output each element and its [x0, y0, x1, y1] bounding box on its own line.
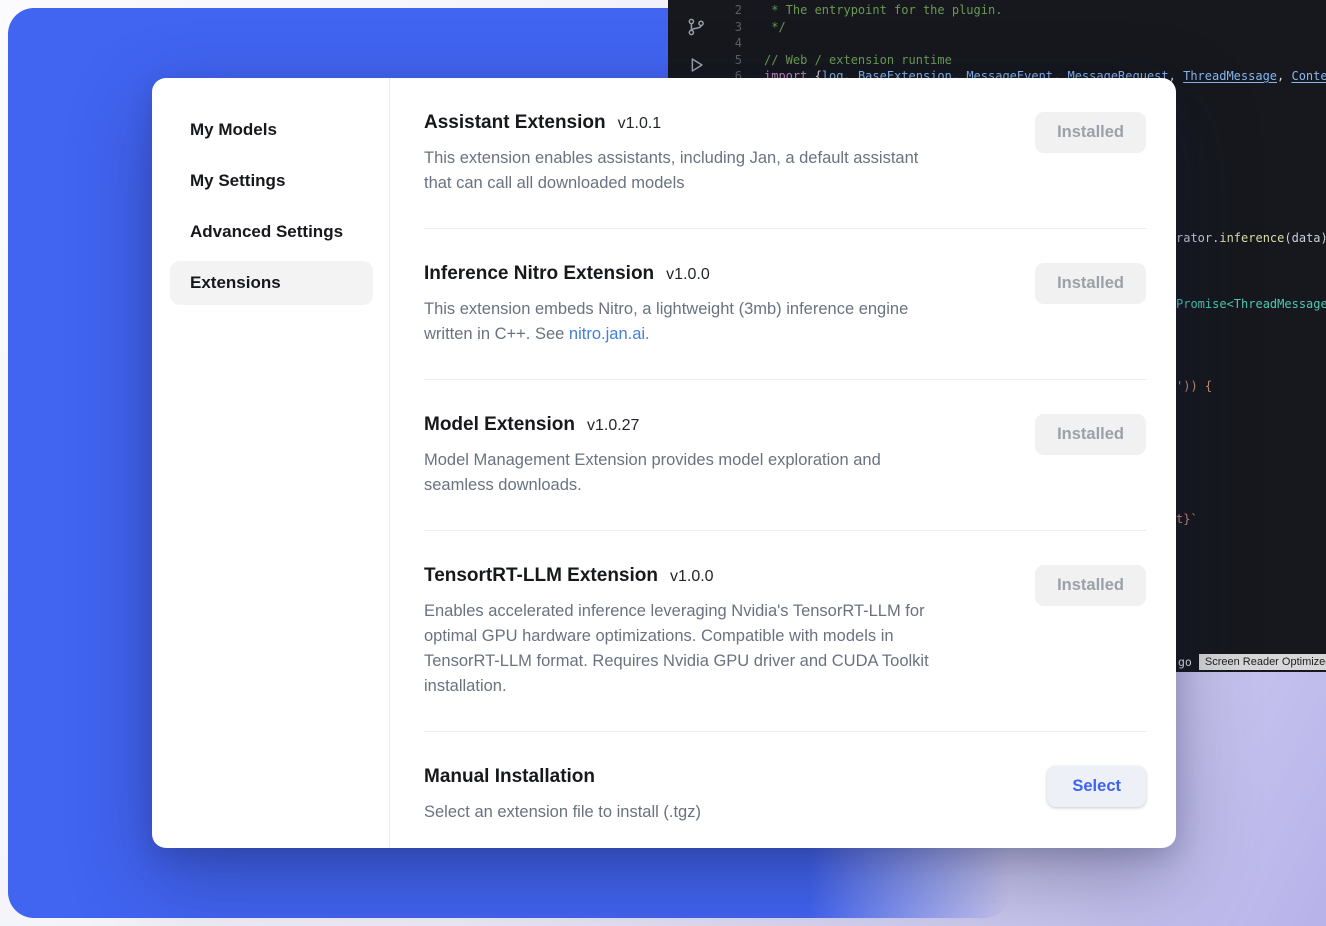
extension-header: Manual Installation — [424, 766, 701, 788]
installed-button[interactable]: Installed — [1035, 112, 1146, 153]
installed-button[interactable]: Installed — [1035, 263, 1146, 304]
extension-info: Inference Nitro Extension v1.0.0 This ex… — [424, 263, 908, 347]
extension-row: Manual Installation Select an extension … — [424, 732, 1146, 848]
extension-version: v1.0.0 — [670, 568, 714, 586]
extension-info: Assistant Extension v1.0.1 This extensio… — [424, 112, 918, 196]
settings-modal: My Models My Settings Advanced Settings … — [152, 78, 1176, 848]
code-fragment: rator.inference(data)); — [1176, 231, 1326, 245]
line-number: 3 — [714, 19, 742, 36]
source-control-branch-icon[interactable] — [685, 16, 707, 38]
code-comment: */ — [764, 19, 786, 36]
code-line: 2 * The entrypoint for the plugin. — [714, 2, 1326, 19]
extension-description-line: optimal GPU hardware optimizations. Comp… — [424, 624, 929, 649]
settings-sidebar: My Models My Settings Advanced Settings … — [152, 78, 390, 848]
code-line: 4 — [714, 35, 1326, 52]
code-line: 3 */ — [714, 19, 1326, 36]
code-fragment: t}` — [1176, 512, 1198, 526]
extension-description-line: seamless downloads. — [424, 473, 881, 498]
line-number: 5 — [714, 52, 742, 69]
extension-header: Inference Nitro Extension v1.0.0 — [424, 263, 908, 285]
extension-row: Assistant Extension v1.0.1 This extensio… — [424, 78, 1146, 229]
sidebar-item-extensions[interactable]: Extensions — [170, 261, 373, 305]
extension-row: Inference Nitro Extension v1.0.0 This ex… — [424, 229, 1146, 380]
extension-description-line: TensorRT-LLM format. Requires Nvidia GPU… — [424, 649, 929, 674]
code-fragment: ')) { — [1176, 379, 1212, 393]
code-token: ContentType — [1291, 69, 1326, 83]
code-function-name: inference — [1219, 231, 1284, 245]
screenshot-root: 2 * The entrypoint for the plugin. 3 */ … — [0, 0, 1326, 926]
code-lines: 2 * The entrypoint for the plugin. 3 */ … — [714, 2, 1326, 85]
code-fragment: Promise<ThreadMessage> — [1176, 297, 1326, 311]
extension-header: TensortRT-LLM Extension v1.0.0 — [424, 565, 929, 587]
extension-title: Assistant Extension — [424, 112, 606, 134]
extension-description-line: This extension embeds Nitro, a lightweig… — [424, 297, 908, 322]
code-comment: * The entrypoint for the plugin. — [764, 2, 1002, 19]
code-text: , — [1277, 69, 1291, 83]
extensions-list: Assistant Extension v1.0.1 This extensio… — [390, 78, 1176, 848]
extension-description-line: This extension enables assistants, inclu… — [424, 146, 918, 171]
extension-description-line: Select an extension file to install (.tg… — [424, 800, 701, 825]
status-text: go — [1178, 655, 1192, 669]
extension-header: Assistant Extension v1.0.1 — [424, 112, 918, 134]
code-token: ThreadMessage — [1183, 69, 1277, 83]
extension-version: v1.0.1 — [618, 115, 662, 133]
installed-button[interactable]: Installed — [1035, 414, 1146, 455]
extension-title: Model Extension — [424, 414, 575, 436]
installed-button[interactable]: Installed — [1035, 565, 1146, 606]
code-text: rator. — [1176, 231, 1219, 245]
extension-description-line: that can call all downloaded models — [424, 171, 918, 196]
description-text: written in C++. See — [424, 325, 569, 343]
line-number: 2 — [714, 2, 742, 19]
extension-title: TensortRT-LLM Extension — [424, 565, 658, 587]
editor-status-area: go Screen Reader Optimized — [1178, 654, 1326, 670]
line-number: 4 — [714, 35, 742, 52]
sidebar-item-advanced-settings[interactable]: Advanced Settings — [170, 210, 373, 254]
code-text: (data)); — [1284, 231, 1326, 245]
code-comment: // Web / extension runtime — [764, 52, 952, 69]
select-button[interactable]: Select — [1047, 766, 1146, 807]
extension-title: Manual Installation — [424, 766, 595, 788]
screen-reader-badge: Screen Reader Optimized — [1199, 654, 1326, 670]
extension-description-line: Model Management Extension provides mode… — [424, 448, 881, 473]
extension-description-line: written in C++. See nitro.jan.ai. — [424, 322, 908, 347]
extension-version: v1.0.27 — [587, 417, 639, 435]
extension-description-line: Enables accelerated inference leveraging… — [424, 599, 929, 624]
editor-gutter — [678, 16, 714, 76]
code-line: 5 // Web / extension runtime — [714, 52, 1326, 69]
extension-info: Model Extension v1.0.27 Model Management… — [424, 414, 881, 498]
extension-row: Model Extension v1.0.27 Model Management… — [424, 380, 1146, 531]
extension-description-line: installation. — [424, 674, 929, 699]
sidebar-item-my-settings[interactable]: My Settings — [170, 159, 373, 203]
nitro-jan-ai-link[interactable]: nitro.jan.ai. — [569, 325, 650, 343]
extension-title: Inference Nitro Extension — [424, 263, 654, 285]
extension-info: TensortRT-LLM Extension v1.0.0 Enables a… — [424, 565, 929, 699]
sidebar-item-my-models[interactable]: My Models — [170, 108, 373, 152]
extension-header: Model Extension v1.0.27 — [424, 414, 881, 436]
extension-info: Manual Installation Select an extension … — [424, 766, 701, 825]
run-debug-icon[interactable] — [685, 54, 707, 76]
extension-version: v1.0.0 — [666, 266, 710, 284]
extension-row: TensortRT-LLM Extension v1.0.0 Enables a… — [424, 531, 1146, 732]
